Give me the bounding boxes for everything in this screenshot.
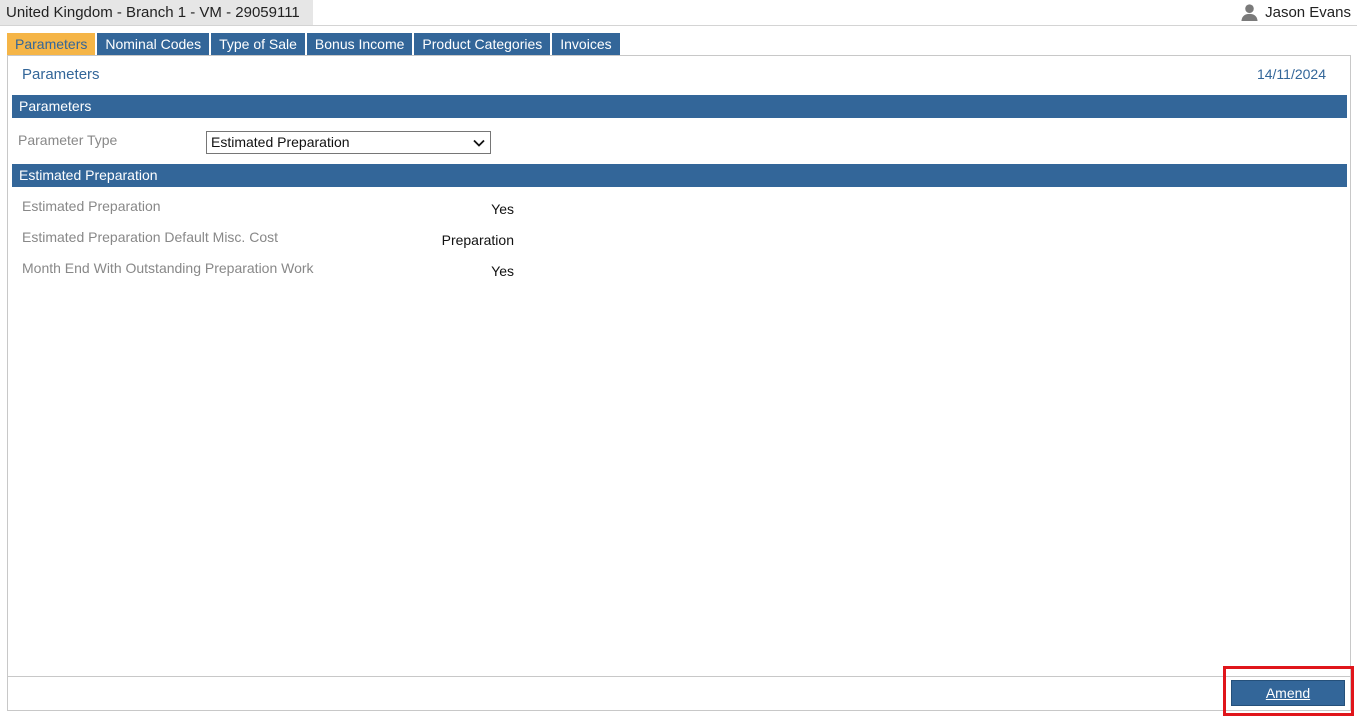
user-menu[interactable]: Jason Evans (1240, 0, 1351, 25)
parameter-type-value: Estimated Preparation (211, 134, 350, 150)
row-value-month-end-outstanding: Yes (491, 263, 514, 279)
tab-nominal-codes[interactable]: Nominal Codes (97, 33, 210, 56)
page-title: Parameters (22, 66, 100, 83)
page-date: 14/11/2024 (1256, 66, 1326, 82)
parameter-type-select[interactable]: Estimated Preparation (206, 131, 491, 154)
row-value-estimated-preparation: Yes (491, 201, 514, 217)
row-label-month-end-outstanding: Month End With Outstanding Preparation W… (22, 260, 314, 276)
tab-parameters[interactable]: Parameters (7, 33, 96, 56)
top-bar: United Kingdom - Branch 1 - VM - 2905911… (0, 0, 1357, 26)
branch-title: United Kingdom - Branch 1 - VM - 2905911… (0, 0, 313, 25)
main-panel: Parameters 14/11/2024 Parameters Paramet… (7, 55, 1351, 711)
tab-product-categories[interactable]: Product Categories (414, 33, 551, 56)
tab-bonus-income[interactable]: Bonus Income (306, 33, 413, 56)
section-header-estimated-preparation: Estimated Preparation (12, 164, 1347, 187)
footer-divider (8, 676, 1350, 677)
tab-type-of-sale[interactable]: Type of Sale (211, 33, 305, 56)
tab-bar: Parameters Nominal Codes Type of Sale Bo… (7, 33, 620, 56)
row-label-default-misc-cost: Estimated Preparation Default Misc. Cost (22, 229, 278, 245)
amend-button[interactable]: Amend (1231, 680, 1345, 706)
tab-invoices[interactable]: Invoices (552, 33, 620, 56)
user-icon (1241, 4, 1258, 22)
row-value-default-misc-cost: Preparation (441, 232, 514, 248)
row-label-estimated-preparation: Estimated Preparation (22, 198, 161, 214)
user-name: Jason Evans (1265, 4, 1351, 21)
chevron-down-icon (473, 139, 485, 147)
section-header-parameters: Parameters (12, 95, 1347, 118)
parameter-type-label: Parameter Type (18, 132, 118, 148)
